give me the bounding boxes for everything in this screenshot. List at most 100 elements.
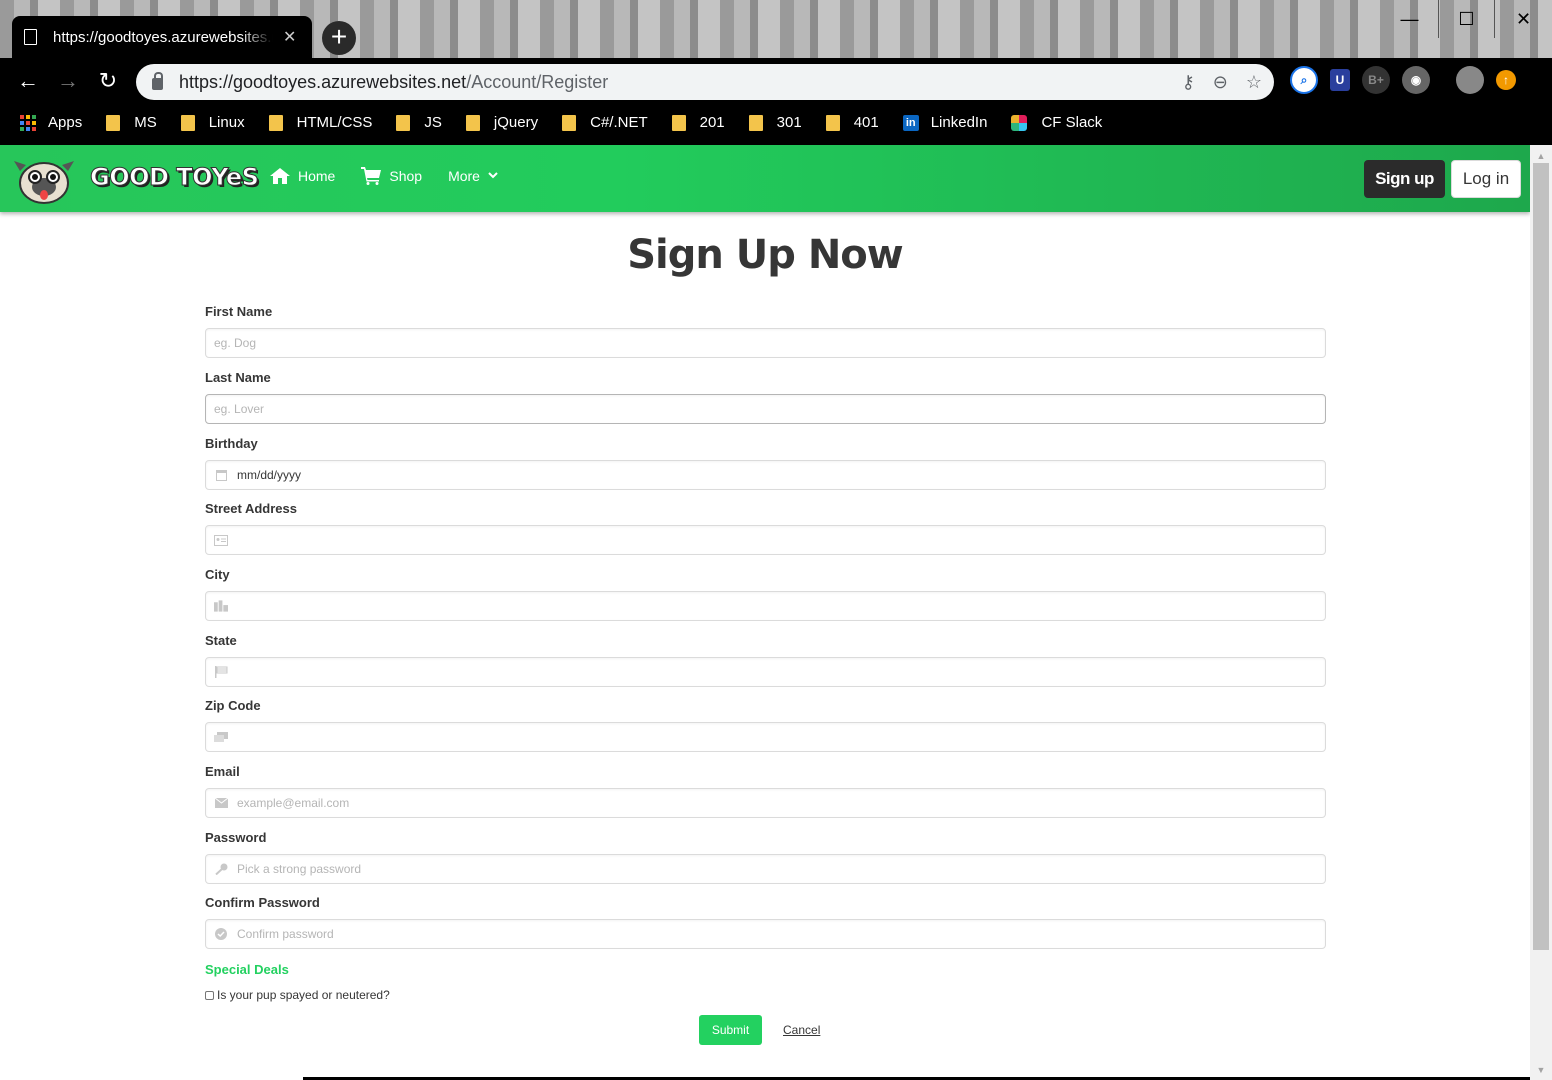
bookmark-linkedin[interactable]: in LinkedIn: [902, 114, 987, 131]
spayed-neutered-checkbox[interactable]: [205, 990, 214, 1000]
confirm-password-label: Confirm Password: [205, 895, 320, 910]
zoom-out-icon[interactable]: ⊖: [1213, 72, 1228, 93]
linkedin-icon: in: [902, 114, 919, 131]
home-icon: [270, 168, 290, 184]
maximize-icon[interactable]: ☐: [1438, 0, 1495, 38]
chevron-down-icon: [488, 172, 498, 179]
pug-logo-icon[interactable]: [10, 151, 78, 207]
bookmark-201[interactable]: 201: [671, 114, 725, 131]
slack-icon: [1011, 114, 1028, 131]
bookmark-ms[interactable]: MS: [106, 114, 157, 131]
forward-icon[interactable]: →: [48, 68, 88, 94]
email-input[interactable]: example@email.com: [205, 788, 1326, 818]
envelope-icon: [214, 797, 228, 809]
minimize-icon[interactable]: —: [1381, 0, 1438, 38]
back-icon[interactable]: ←: [8, 68, 48, 94]
birthday-label: Birthday: [205, 436, 258, 451]
shopping-cart-icon: [361, 167, 382, 185]
folder-icon: [825, 114, 840, 131]
avatar[interactable]: [1456, 66, 1484, 94]
password-field: Password Pick a strong password: [205, 830, 1326, 884]
magnifier-extension-icon[interactable]: ⌕: [1290, 66, 1318, 94]
last-name-field: Last Name eg. Lover: [205, 370, 1326, 424]
page-scrollbar[interactable]: ▲ ▼: [1530, 145, 1552, 1080]
bookmark-js[interactable]: JS: [396, 114, 442, 131]
street-address-input[interactable]: [205, 525, 1326, 555]
nav-shop[interactable]: Shop: [361, 167, 422, 185]
cancel-link[interactable]: Cancel: [783, 1023, 820, 1037]
street-address-label: Street Address: [205, 501, 297, 516]
bookmark-html-css[interactable]: HTML/CSS: [268, 114, 372, 131]
address-card-icon: [214, 534, 228, 546]
folder-icon: [268, 114, 283, 131]
bookmark-linux[interactable]: Linux: [180, 114, 245, 131]
submit-button[interactable]: Submit: [699, 1015, 762, 1045]
zip-code-input[interactable]: [205, 722, 1326, 752]
calendar-icon: [214, 469, 228, 481]
close-window-icon[interactable]: ✕: [1495, 0, 1552, 38]
email-field: Email example@email.com: [205, 764, 1326, 818]
bookmark-301[interactable]: 301: [748, 114, 802, 131]
url-text: https://goodtoyes.azurewebsites.net/Acco…: [179, 71, 609, 92]
scroll-up-icon[interactable]: ▲: [1530, 148, 1552, 164]
nav-more-dropdown[interactable]: More: [448, 167, 498, 185]
flag-icon: [214, 666, 228, 678]
bookmark-cf-slack[interactable]: CF Slack: [1011, 114, 1102, 131]
brand-logo-text[interactable]: GOOD TOYeS: [89, 163, 259, 192]
new-tab-button[interactable]: +: [322, 21, 356, 55]
tab-close-icon[interactable]: ✕: [283, 27, 296, 47]
signup-button[interactable]: Sign up: [1364, 160, 1445, 198]
page-icon: [24, 29, 37, 45]
last-name-input[interactable]: eg. Lover: [205, 394, 1326, 424]
state-label: State: [205, 633, 237, 648]
first-name-input[interactable]: eg. Dog: [205, 328, 1326, 358]
update-icon[interactable]: ↑: [1496, 70, 1516, 90]
key-icon: [214, 863, 228, 875]
u-extension-icon[interactable]: U: [1330, 69, 1350, 91]
browser-tab[interactable]: https://goodtoyes.azurewebsites.net/Acco…: [12, 16, 312, 58]
scroll-thumb[interactable]: [1533, 163, 1549, 950]
state-field: State: [205, 633, 1326, 687]
email-label: Email: [205, 764, 240, 779]
bookmark-jquery[interactable]: jQuery: [465, 114, 538, 131]
bookmark-csharp-dotnet[interactable]: C#/.NET: [562, 114, 648, 131]
window-controls: — ☐ ✕: [1381, 0, 1552, 38]
page-title: Sign Up Now: [627, 232, 904, 278]
first-name-field: First Name eg. Dog: [205, 304, 1326, 358]
tab-strip: https://goodtoyes.azurewebsites.net/Acco…: [0, 0, 1552, 58]
last-name-label: Last Name: [205, 370, 271, 385]
b-plus-extension-icon[interactable]: B+: [1362, 66, 1390, 94]
browser-toolbar: ← → ↻ https://goodtoyes.azurewebsites.ne…: [0, 58, 1552, 104]
reddit-extension-icon[interactable]: ◉: [1402, 66, 1430, 94]
confirm-password-field: Confirm Password Confirm password: [205, 895, 1326, 949]
confirm-password-input[interactable]: Confirm password: [205, 919, 1326, 949]
login-button[interactable]: Log in: [1451, 160, 1521, 198]
scroll-down-icon[interactable]: ▼: [1530, 1062, 1552, 1078]
spayed-neutered-label: Is your pup spayed or neutered?: [217, 988, 390, 1002]
folder-icon: [106, 114, 121, 131]
state-input[interactable]: [205, 657, 1326, 687]
reload-icon[interactable]: ↻: [88, 68, 128, 94]
lock-icon[interactable]: [152, 72, 163, 90]
first-name-label: First Name: [205, 304, 273, 319]
city-input[interactable]: [205, 591, 1326, 621]
password-input[interactable]: Pick a strong password: [205, 854, 1326, 884]
birthday-input[interactable]: mm/dd/yyyy: [205, 460, 1326, 490]
folder-icon: [180, 114, 195, 131]
address-bar[interactable]: https://goodtoyes.azurewebsites.net/Acco…: [136, 64, 1274, 100]
street-address-field: Street Address: [205, 501, 1326, 555]
star-icon[interactable]: ☆: [1246, 72, 1262, 93]
apps-grid-icon: [20, 114, 36, 131]
bookmark-401[interactable]: 401: [825, 114, 879, 131]
bookmark-apps[interactable]: Apps: [20, 114, 82, 131]
register-form: Sign Up Now First Name eg. Dog Last Name…: [0, 212, 1530, 1080]
check-circle-icon: [214, 928, 228, 940]
folder-icon: [671, 114, 686, 131]
key-icon[interactable]: ⚷: [1182, 72, 1195, 93]
folder-icon: [396, 114, 411, 131]
city-label: City: [205, 567, 230, 582]
password-label: Password: [205, 830, 267, 845]
nav-home[interactable]: Home: [270, 167, 335, 185]
spayed-neutered-option[interactable]: Is your pup spayed or neutered?: [205, 988, 390, 1002]
zip-code-field: Zip Code: [205, 698, 1326, 752]
